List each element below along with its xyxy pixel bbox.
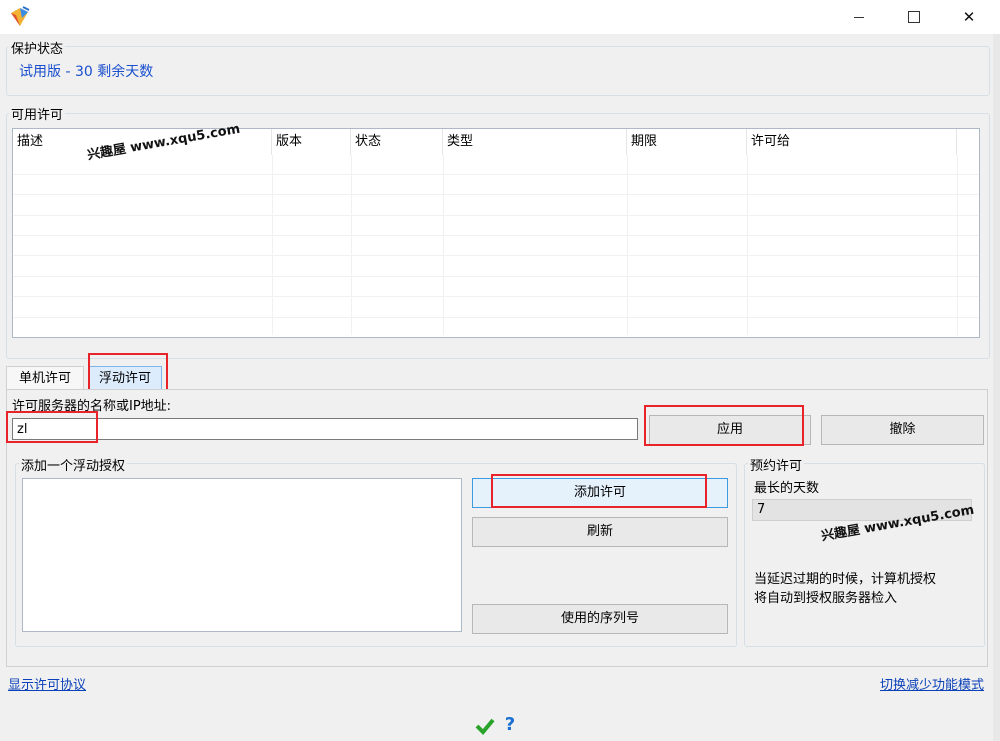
reserve-note-line1: 当延迟过期的时候，计算机授权 [754,572,937,587]
column-divider [351,155,352,335]
maximize-icon [908,11,920,23]
row-divider [13,317,979,318]
minimize-icon [854,16,864,18]
license-list[interactable]: 描述 版本 状态 类型 期限 许可给 [12,128,980,338]
protection-status-group [6,46,990,96]
row-divider [13,296,979,297]
column-divider [957,155,958,335]
close-icon: ✕ [962,8,976,26]
tab-floating-license[interactable]: 浮动许可 [88,366,162,390]
floating-license-list[interactable] [22,478,462,632]
column-header-version[interactable]: 版本 [272,129,351,155]
reserve-license-title: 预约许可 [748,455,805,474]
row-divider [13,215,979,216]
show-agreement-link[interactable]: 显示许可协议 [8,674,86,693]
add-license-button[interactable]: 添加许可 [472,478,728,508]
minimize-button[interactable] [836,0,882,34]
title-bar: ✕ [0,0,1000,34]
switch-reduced-mode-link[interactable]: 切换减少功能模式 [880,674,984,693]
protection-status-title: 保护状态 [9,38,66,57]
server-name-label: 许可服务器的名称或IP地址: [12,399,172,414]
available-licenses-title: 可用许可 [9,104,66,123]
column-header-status[interactable]: 状态 [351,129,443,155]
revoke-button[interactable]: 撤除 [821,415,984,445]
column-header-licensed-to[interactable]: 许可给 [747,129,957,155]
column-divider [272,155,273,335]
column-divider [627,155,628,335]
window-edge [993,34,1000,741]
row-divider [13,174,979,175]
checkmark-icon[interactable] [475,716,495,736]
max-days-label: 最长的天数 [754,481,820,496]
max-days-value: 7 [757,502,766,517]
close-button[interactable]: ✕ [946,0,992,34]
row-divider [13,276,979,277]
column-header-term[interactable]: 期限 [627,129,747,155]
tab-standalone-license[interactable]: 单机许可 [6,366,84,390]
row-divider [13,194,979,195]
row-divider [13,235,979,236]
column-divider [747,155,748,335]
reserve-note-line2: 将自动到授权服务器检入 [754,591,898,606]
maximize-button[interactable] [891,0,937,34]
add-floating-title: 添加一个浮动授权 [19,455,128,474]
column-header-type[interactable]: 类型 [443,129,627,155]
trial-status-text: 试用版 - 30 剩余天数 [19,64,154,80]
column-divider [443,155,444,335]
apply-button[interactable]: 应用 [649,415,811,445]
question-icon[interactable]: ? [502,715,518,735]
server-name-input[interactable] [12,418,638,440]
refresh-button[interactable]: 刷新 [472,517,728,547]
serials-used-button[interactable]: 使用的序列号 [472,604,728,634]
row-divider [13,255,979,256]
app-logo-icon [8,5,32,29]
